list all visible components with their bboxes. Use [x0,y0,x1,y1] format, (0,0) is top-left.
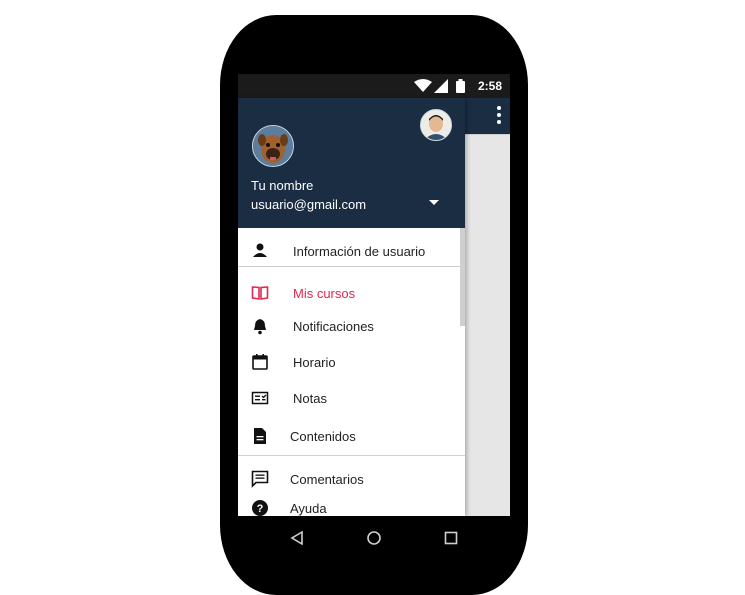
status-time: 2:58 [477,79,502,93]
person-icon [253,243,267,257]
overflow-menu-icon[interactable] [494,106,504,128]
bell-icon [254,319,266,335]
drawer-item-label: Comentarios [290,472,364,487]
divider [238,455,465,456]
book-icon [251,286,269,300]
user-name: Tu nombre [251,178,314,193]
drawer-item-user-info[interactable]: Información de usuario [238,236,465,266]
account-avatar[interactable] [420,109,452,141]
drawer-item-grades[interactable]: Notas [238,383,465,413]
battery-icon [456,79,465,93]
navigation-drawer: Tu nombre usuario@gmail.com Información … [238,98,465,516]
document-icon [254,428,266,444]
drawer-item-contents[interactable]: Contenidos [238,421,465,451]
drawer-item-schedule[interactable]: Horario [238,347,465,377]
divider [238,266,465,267]
dog-avatar-image [253,126,293,166]
drawer-item-notifications[interactable]: Notificaciones [238,311,465,341]
user-email: usuario@gmail.com [251,197,367,212]
main-content-area [465,134,510,516]
svg-text:?: ? [257,503,264,515]
user-avatar[interactable] [252,125,294,167]
drawer-item-label: Información de usuario [293,244,426,259]
drawer-item-label: Ayuda [290,501,327,516]
person-avatar-image [421,110,451,140]
system-nav-bar [238,516,510,560]
drawer-item-label: Notificaciones [293,319,374,334]
recents-icon[interactable] [444,530,458,546]
grades-icon [251,391,269,405]
account-dropdown-icon[interactable] [429,200,439,205]
drawer-item-label: Horario [293,355,336,370]
status-bar: 2:58 [238,74,510,98]
help-icon: ? [252,500,268,516]
home-icon[interactable] [366,530,382,546]
drawer-header: Tu nombre usuario@gmail.com [238,98,465,228]
comment-icon [251,470,269,488]
signal-icon [434,79,448,93]
drawer-item-comments[interactable]: Comentarios [238,464,465,494]
calendar-icon [252,354,268,370]
drawer-item-label: Contenidos [290,429,356,444]
back-icon[interactable] [290,530,304,546]
wifi-icon [414,79,432,92]
drawer-item-courses[interactable]: Mis cursos [238,278,465,308]
screen: 2:58 Tu nombre usuario@gmail.com Informa… [238,74,510,516]
drawer-item-label: Notas [293,391,327,406]
drawer-scrollbar[interactable] [460,228,465,326]
drawer-item-label: Mis cursos [293,286,356,301]
drawer-item-help[interactable]: ? Ayuda [238,493,465,516]
